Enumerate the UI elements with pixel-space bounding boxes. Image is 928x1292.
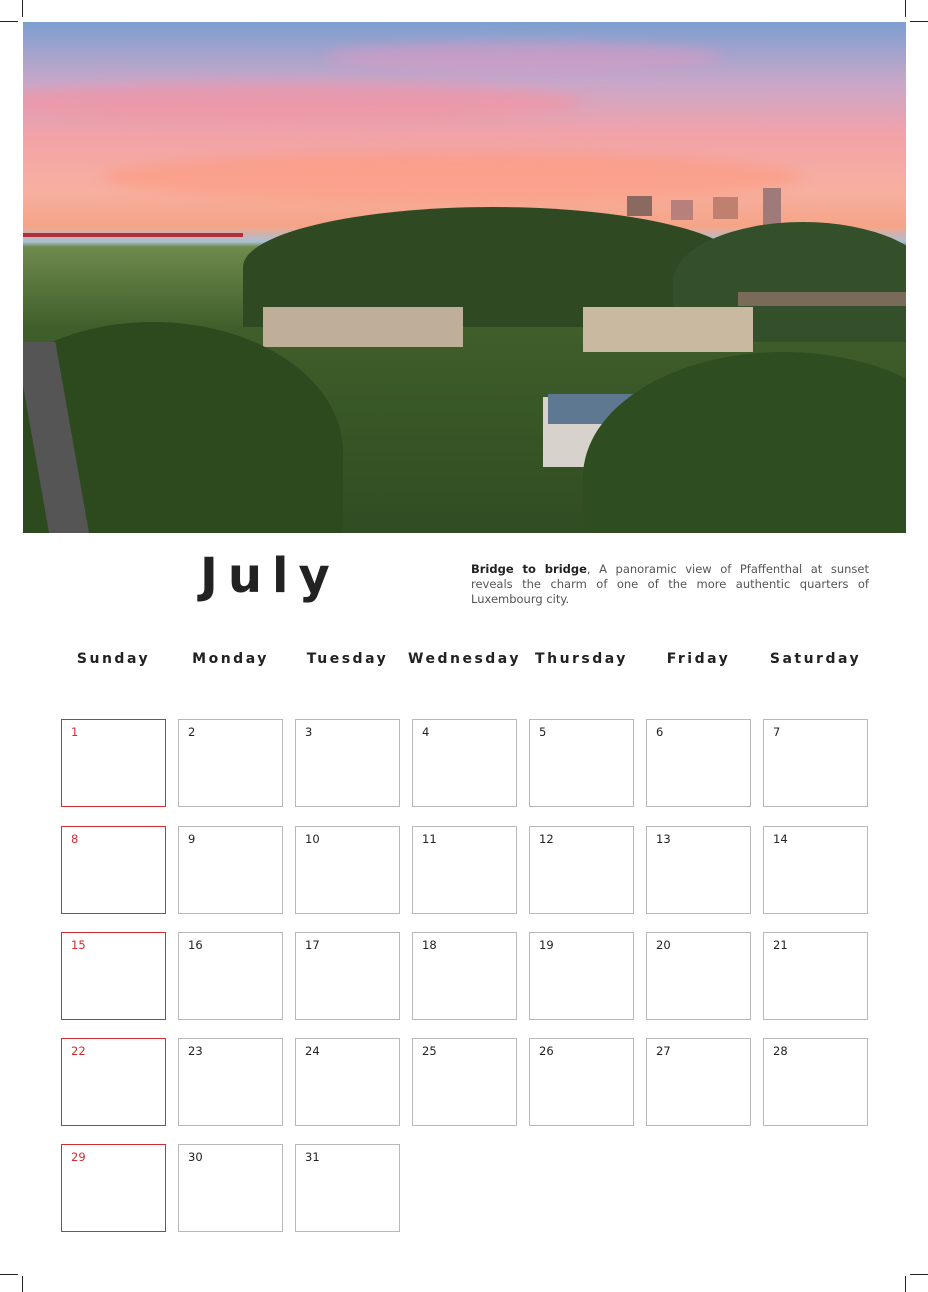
day-number: 19 — [539, 938, 554, 952]
day-number: 7 — [773, 725, 781, 739]
day-cell[interactable]: 7 — [763, 719, 868, 807]
day-cell[interactable]: 1 — [61, 719, 166, 807]
crop-mark — [905, 0, 906, 17]
crop-mark — [910, 21, 928, 22]
day-cell[interactable]: 21 — [763, 932, 868, 1020]
day-cell[interactable]: 20 — [646, 932, 751, 1020]
day-number: 2 — [188, 725, 196, 739]
day-number: 31 — [305, 1150, 320, 1164]
day-number: 15 — [71, 938, 86, 952]
day-number: 12 — [539, 832, 554, 846]
day-cell[interactable]: 19 — [529, 932, 634, 1020]
day-cell[interactable]: 8 — [61, 826, 166, 914]
day-cell[interactable]: 12 — [529, 826, 634, 914]
day-number: 9 — [188, 832, 196, 846]
day-number: 8 — [71, 832, 79, 846]
day-number: 30 — [188, 1150, 203, 1164]
day-cell[interactable]: 22 — [61, 1038, 166, 1126]
day-number: 21 — [773, 938, 788, 952]
weekday-header-monday: Monday — [192, 651, 269, 667]
day-cell[interactable]: 18 — [412, 932, 517, 1020]
day-number: 17 — [305, 938, 320, 952]
crop-mark — [910, 1274, 928, 1275]
day-cell[interactable]: 13 — [646, 826, 751, 914]
day-cell[interactable]: 16 — [178, 932, 283, 1020]
day-cell[interactable]: 15 — [61, 932, 166, 1020]
day-cell[interactable]: 28 — [763, 1038, 868, 1126]
day-cell[interactable]: 17 — [295, 932, 400, 1020]
day-cell[interactable]: 30 — [178, 1144, 283, 1232]
day-cell[interactable]: 27 — [646, 1038, 751, 1126]
day-cell[interactable]: 2 — [178, 719, 283, 807]
crop-mark — [905, 1276, 906, 1292]
day-number: 16 — [188, 938, 203, 952]
day-number: 4 — [422, 725, 430, 739]
crop-mark — [0, 1274, 18, 1275]
day-number: 25 — [422, 1044, 437, 1058]
weekday-header-wednesday: Wednesday — [408, 651, 521, 667]
day-number: 20 — [656, 938, 671, 952]
day-number: 5 — [539, 725, 547, 739]
day-number: 26 — [539, 1044, 554, 1058]
month-title: July — [200, 548, 340, 604]
day-cell[interactable]: 6 — [646, 719, 751, 807]
day-cell[interactable]: 5 — [529, 719, 634, 807]
day-number: 29 — [71, 1150, 86, 1164]
day-cell[interactable]: 3 — [295, 719, 400, 807]
day-cell[interactable]: 29 — [61, 1144, 166, 1232]
crop-mark — [0, 21, 18, 22]
cover-photo — [23, 22, 906, 533]
caption-title: Bridge to bridge — [471, 562, 587, 576]
day-cell[interactable]: 14 — [763, 826, 868, 914]
weekday-header-tuesday: Tuesday — [306, 651, 389, 667]
day-cell[interactable]: 24 — [295, 1038, 400, 1126]
photo-caption: Bridge to bridge, A panoramic view of Pf… — [471, 562, 869, 607]
day-cell[interactable]: 11 — [412, 826, 517, 914]
day-cell[interactable]: 9 — [178, 826, 283, 914]
day-number: 14 — [773, 832, 788, 846]
day-number: 27 — [656, 1044, 671, 1058]
day-cell[interactable]: 26 — [529, 1038, 634, 1126]
day-number: 28 — [773, 1044, 788, 1058]
day-cell[interactable]: 31 — [295, 1144, 400, 1232]
day-number: 24 — [305, 1044, 320, 1058]
day-number: 22 — [71, 1044, 86, 1058]
day-number: 6 — [656, 725, 664, 739]
weekday-header-sunday: Sunday — [76, 651, 151, 667]
day-number: 11 — [422, 832, 437, 846]
crop-mark — [22, 1276, 23, 1292]
weekday-header-saturday: Saturday — [769, 651, 862, 667]
day-number: 3 — [305, 725, 313, 739]
day-number: 23 — [188, 1044, 203, 1058]
day-cell[interactable]: 10 — [295, 826, 400, 914]
weekday-header-thursday: Thursday — [535, 651, 628, 667]
day-cell[interactable]: 4 — [412, 719, 517, 807]
crop-mark — [22, 0, 23, 17]
day-number: 13 — [656, 832, 671, 846]
day-number: 18 — [422, 938, 437, 952]
day-number: 10 — [305, 832, 320, 846]
day-cell[interactable]: 23 — [178, 1038, 283, 1126]
weekday-header-friday: Friday — [666, 651, 731, 667]
day-number: 1 — [71, 725, 79, 739]
day-cell[interactable]: 25 — [412, 1038, 517, 1126]
